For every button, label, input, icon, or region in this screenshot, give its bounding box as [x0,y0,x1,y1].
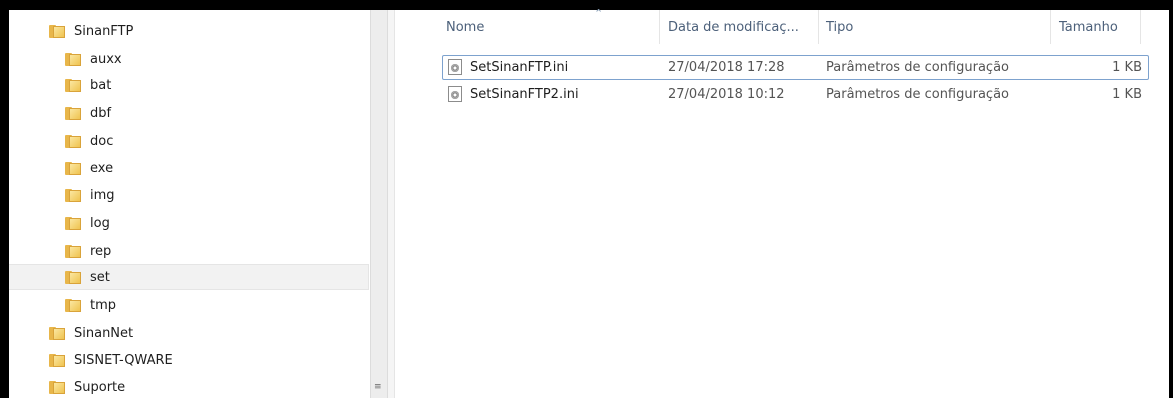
file-type: Parâmetros de configuração [826,87,1009,102]
tree-item-sinannet[interactable]: SinanNet [49,320,349,346]
tree-item-bat[interactable]: bat [65,72,365,98]
tree-item-sisnet-qware[interactable]: SISNET-QWARE [49,347,349,373]
tree-item-img[interactable]: img [65,182,365,208]
column-header-size[interactable]: Tamanho [1059,10,1139,45]
tree-item-label: img [90,187,115,203]
file-name: SetSinanFTP2.ini [470,87,579,102]
tree-item-label: SISNET-QWARE [74,352,173,368]
tree-item-label: rep [90,243,112,259]
navigation-pane: SinanFTP auxx bat dbf doc exe img log re… [9,10,370,398]
tree-item-sinanftp[interactable]: SinanFTP [49,18,349,44]
folder-icon [65,298,81,312]
column-header-date-label: Data de modificaç... [668,20,799,35]
tree-item-label: exe [90,160,114,176]
tree-item-doc[interactable]: doc [65,128,365,154]
folder-icon [65,106,81,120]
tree-item-label: auxx [90,51,122,67]
file-row[interactable]: SetSinanFTP2.ini 27/04/2018 10:12 Parâme… [442,82,1152,107]
tree-item-rep[interactable]: rep [65,238,365,264]
ini-settings-file-icon [448,86,462,102]
folder-icon [49,353,65,367]
folder-icon [65,244,81,258]
folder-icon [65,216,81,230]
column-divider[interactable] [1140,10,1141,44]
tree-item-label: doc [90,133,114,149]
tree-item-exe[interactable]: exe [65,155,365,181]
column-header-name[interactable]: Nome ⌃ [446,7,659,45]
window-frame-left [0,0,9,398]
tree-item-label: set [90,269,110,285]
file-name: SetSinanFTP.ini [470,60,569,75]
folder-icon [49,326,65,340]
folder-icon [65,134,81,148]
folder-icon [65,78,81,92]
tree-item-label: SinanNet [74,325,134,341]
nav-scrollbar[interactable]: ≡ [370,10,388,398]
folder-icon [49,380,65,394]
tree-item-log[interactable]: log [65,210,365,236]
empty-area[interactable] [930,188,1169,382]
file-size: 1 KB [1112,87,1142,102]
tree-item-dbf[interactable]: dbf [65,100,365,126]
folder-icon [65,52,81,66]
column-header-type[interactable]: Tipo [826,10,1050,45]
scrollbar-grip-icon[interactable]: ≡ [374,383,384,394]
tree-item-tmp[interactable]: tmp [65,292,365,318]
column-header-size-label: Tamanho [1059,20,1118,35]
column-header-name-label: Nome [446,20,485,35]
folder-icon [65,270,81,284]
tree-item-label: tmp [90,297,117,313]
file-list-pane: Nome ⌃ Data de modificaç... Tipo Tamanho… [395,7,1169,398]
tree-item-suporte[interactable]: Suporte [49,374,349,400]
tree-item-label: dbf [90,105,112,121]
file-size: 1 KB [1112,60,1142,75]
file-date: 27/04/2018 17:28 [668,60,785,75]
file-type: Parâmetros de configuração [826,60,1009,75]
tree-item-auxx[interactable]: auxx [65,46,365,72]
folder-icon [65,188,81,202]
window-frame-top [0,0,1173,10]
column-divider[interactable] [1050,10,1051,44]
tree-item-label: SinanFTP [74,23,134,39]
file-date: 27/04/2018 10:12 [668,87,785,102]
tree-item-label: log [90,215,110,231]
column-divider[interactable] [818,10,819,44]
pane-splitter[interactable] [388,10,395,398]
ini-settings-file-icon [448,59,462,75]
sort-up-icon: ⌃ [594,7,604,20]
tree-item-label: bat [90,77,112,93]
column-header-date[interactable]: Data de modificaç... [668,10,818,45]
window-frame-right [1169,0,1173,398]
folder-icon [49,24,65,38]
folder-icon [65,161,81,175]
column-header-type-label: Tipo [826,20,854,35]
column-divider[interactable] [659,10,660,44]
tree-item-set[interactable]: set [9,264,369,290]
file-row[interactable]: SetSinanFTP.ini 27/04/2018 17:28 Parâmet… [442,55,1152,80]
tree-item-label: Suporte [74,379,126,395]
